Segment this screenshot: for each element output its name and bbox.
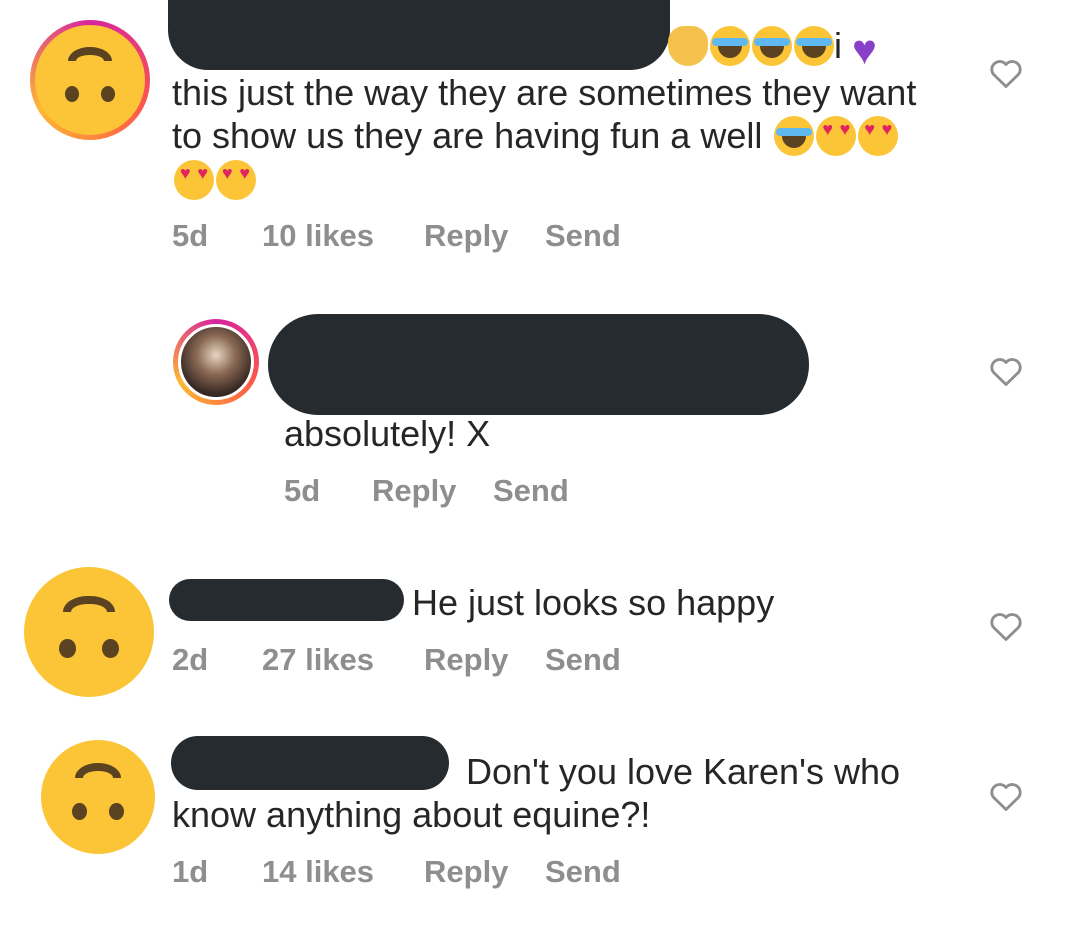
redacted-username <box>169 579 404 621</box>
redacted-username <box>171 736 449 790</box>
send-button[interactable]: Send <box>493 473 569 509</box>
avatar[interactable] <box>35 25 145 135</box>
send-button[interactable]: Send <box>545 642 621 678</box>
reply-button[interactable]: Reply <box>424 218 508 254</box>
heart-eyes-emoji-icon <box>174 160 214 200</box>
comment-text: absolutely! X <box>284 413 491 454</box>
comment-age: 2d <box>172 642 209 677</box>
reply-button[interactable]: Reply <box>424 854 508 890</box>
comment-text-line2: know anything about equine?! <box>172 794 651 835</box>
like-count[interactable]: 14 likes <box>262 854 374 890</box>
laughing-emoji-icon <box>752 26 792 66</box>
comment-text-fragment: i <box>834 25 842 66</box>
redacted-username <box>168 0 670 70</box>
comment-age: 5d <box>284 473 321 508</box>
reply-button[interactable]: Reply <box>372 473 456 509</box>
clap-emoji-icon <box>668 26 708 66</box>
comment-text-line1: i ♥ <box>666 24 877 72</box>
redacted-username <box>268 314 809 415</box>
purple-heart-icon: ♥ <box>852 26 877 73</box>
avatar[interactable] <box>24 567 154 697</box>
send-button[interactable]: Send <box>545 854 621 890</box>
comment-text-line2: this just the way they are sometimes the… <box>172 72 917 113</box>
laughing-emoji-icon <box>710 26 750 66</box>
heart-outline-icon[interactable] <box>989 780 1023 812</box>
laughing-emoji-icon <box>794 26 834 66</box>
heart-eyes-emoji-icon <box>858 116 899 156</box>
comment-text-line4 <box>172 158 256 202</box>
like-count[interactable]: 27 likes <box>262 642 374 678</box>
heart-outline-icon[interactable] <box>989 355 1023 387</box>
heart-eyes-emoji-icon <box>216 160 256 200</box>
comment-age: 5d <box>172 218 209 253</box>
heart-outline-icon[interactable] <box>989 57 1023 89</box>
profile-photo[interactable] <box>178 324 254 400</box>
comment-age: 1d <box>172 854 209 889</box>
comment-text-line3: to show us they are having fun a well <box>172 114 899 158</box>
heart-eyes-emoji-icon <box>816 116 857 156</box>
avatar[interactable] <box>41 740 155 854</box>
reply-button[interactable]: Reply <box>424 642 508 678</box>
send-button[interactable]: Send <box>545 218 621 254</box>
heart-outline-icon[interactable] <box>989 610 1023 642</box>
like-count[interactable]: 10 likes <box>262 218 374 254</box>
comment-text: He just looks so happy <box>412 582 775 623</box>
comment-text-line1: Don't you love Karen's who <box>466 751 900 792</box>
laughing-emoji-icon <box>774 116 815 156</box>
